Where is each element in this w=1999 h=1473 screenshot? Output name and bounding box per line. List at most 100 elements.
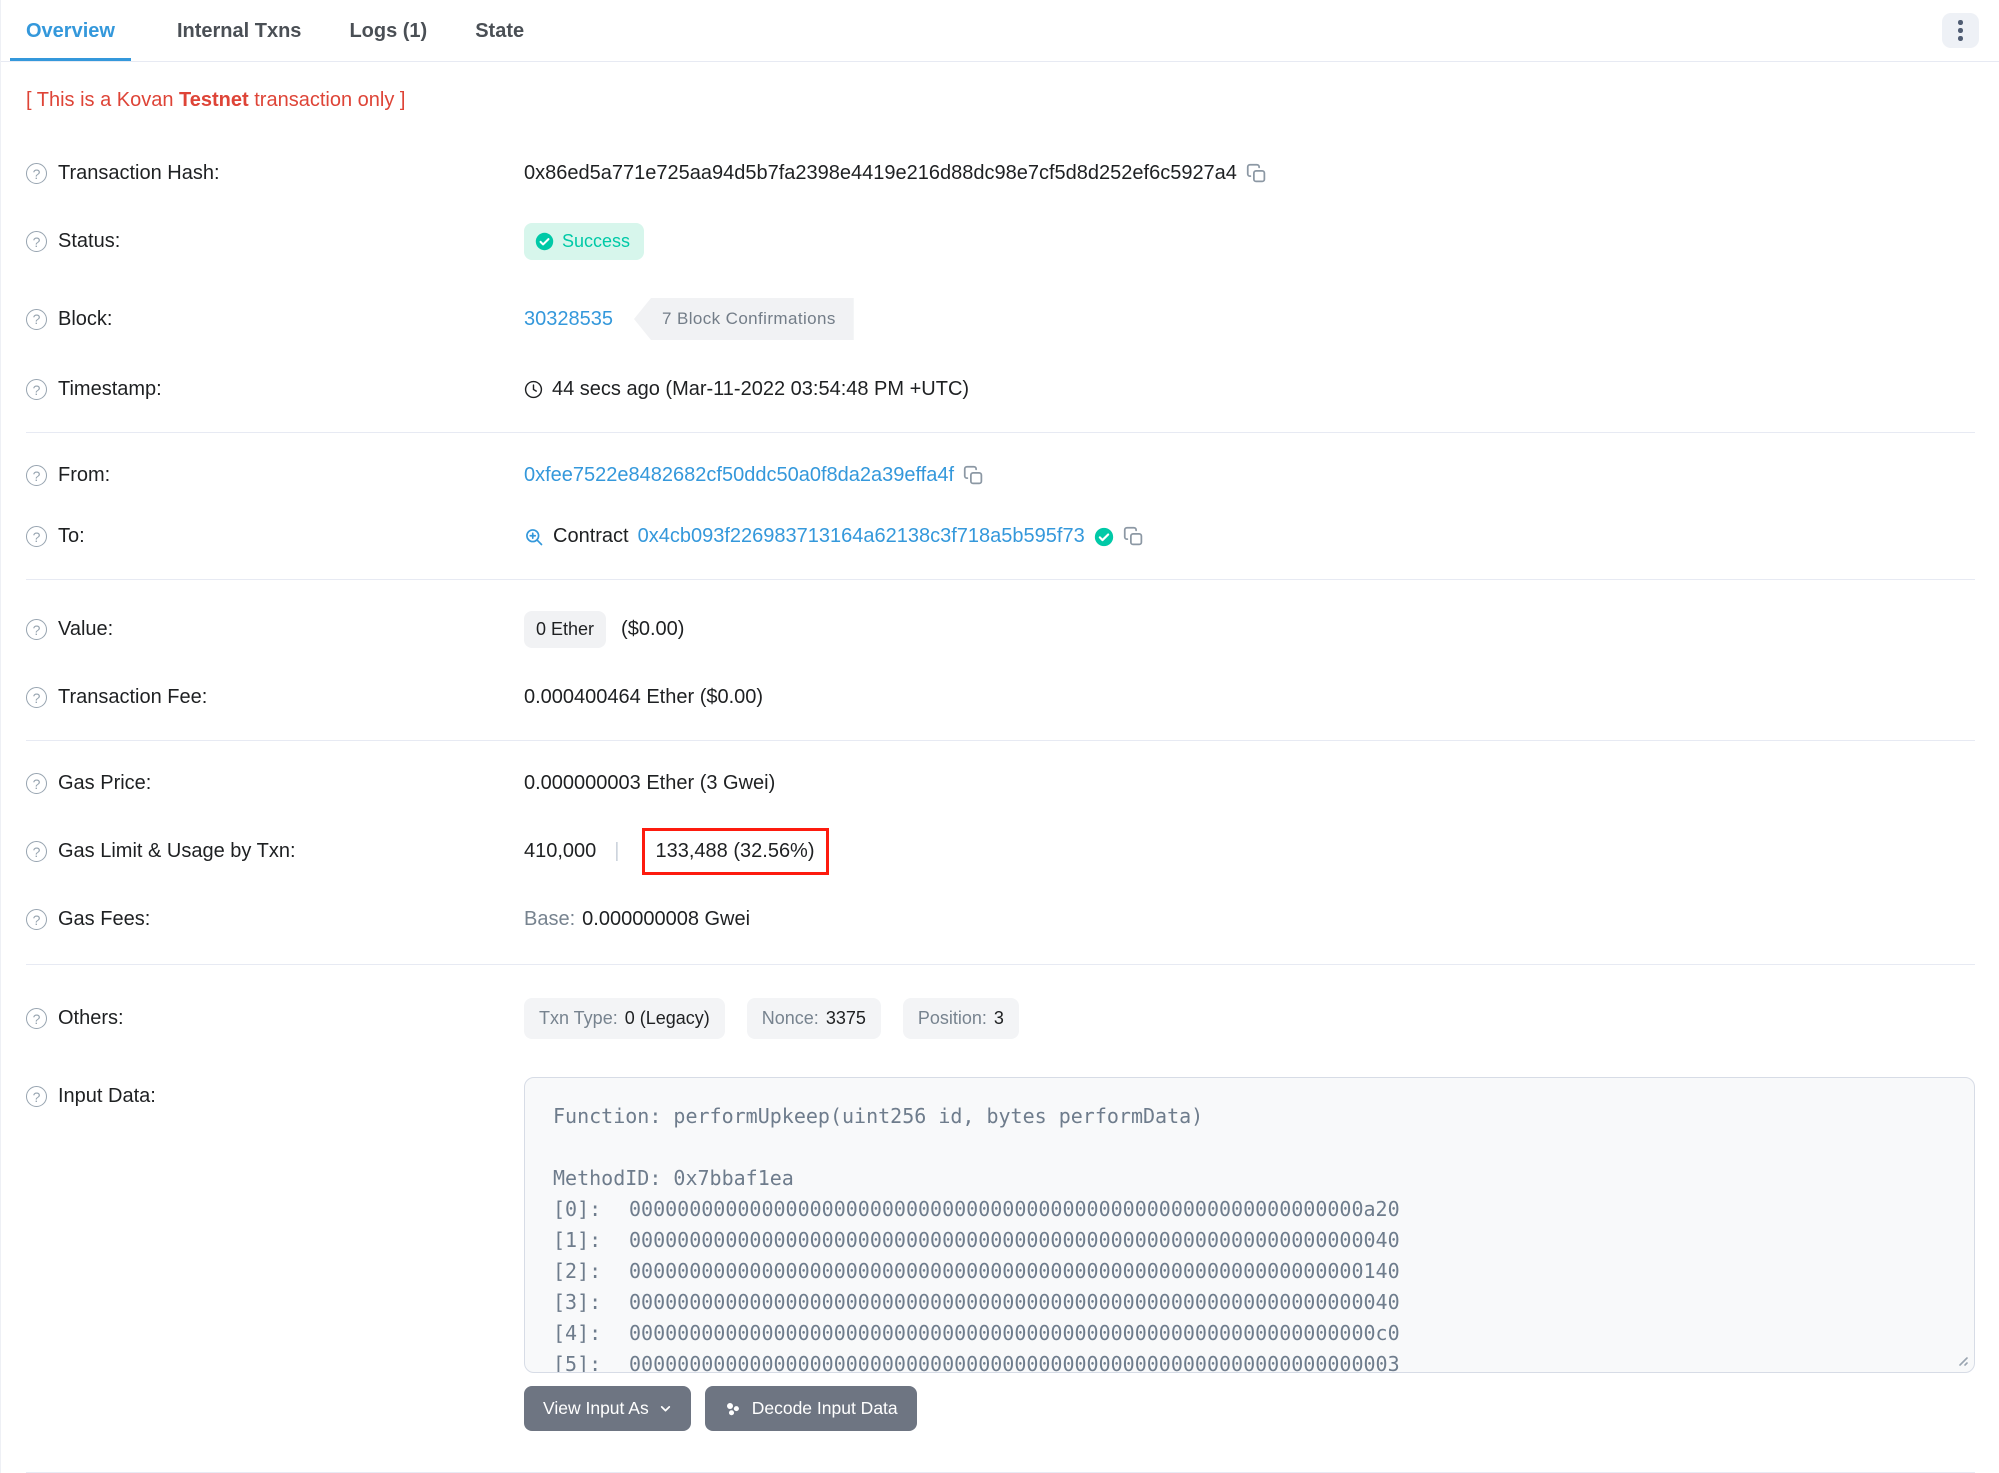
help-icon[interactable]: ? (26, 619, 47, 640)
txn-type-value: 0 (Legacy) (624, 1008, 710, 1028)
param-value: 0000000000000000000000000000000000000000… (629, 1290, 1400, 1314)
param-index: [2]: (553, 1259, 602, 1283)
gas-usage-value: 133,488 (32.56%) (655, 840, 815, 862)
copy-icon[interactable] (1246, 163, 1267, 184)
timestamp-value: 44 secs ago (Mar-11-2022 03:54:48 PM +UT… (552, 378, 970, 400)
decode-input-data-button[interactable]: Decode Input Data (704, 1386, 917, 1431)
decode-icon (724, 1400, 742, 1418)
to-contract-text: Contract (553, 525, 629, 547)
row-others: ? Others: Txn Type: 0 (Legacy) Nonce: 33… (26, 979, 1975, 1058)
position-badge: Position: 3 (902, 998, 1019, 1039)
input-param-line: [5]: 000000000000000000000000000000000000… (553, 1349, 1946, 1373)
input-param-line: [1]: 000000000000000000000000000000000000… (553, 1225, 1946, 1256)
row-from: ? From: 0xfee7522e8482682cf50ddc50a0f8da… (26, 445, 1975, 506)
input-param-line: [0]: 000000000000000000000000000000000000… (553, 1194, 1946, 1225)
row-input-data: ? Input Data: Function: performUpkeep(ui… (26, 1058, 1975, 1458)
status-text: Success (562, 231, 631, 251)
gas-price-label: Gas Price: (58, 772, 152, 794)
nonce-label: Nonce: (761, 1008, 819, 1028)
position-value: 3 (993, 1008, 1004, 1028)
tx-hash-value: 0x86ed5a771e725aa94d5b7fa2398e4419e216d8… (524, 162, 1237, 184)
block-confirmations-badge: 7 Block Confirmations (633, 298, 854, 340)
tab-overview[interactable]: Overview (10, 0, 131, 61)
magnifier-plus-icon[interactable] (524, 527, 544, 547)
help-icon[interactable]: ? (26, 1086, 47, 1107)
row-status: ? Status: Success (26, 204, 1975, 279)
input-data-actions: View Input As Decode Input Data (524, 1373, 1975, 1458)
help-icon[interactable]: ? (26, 379, 47, 400)
param-value: 0000000000000000000000000000000000000000… (629, 1321, 1400, 1345)
tab-state[interactable]: State (473, 0, 526, 61)
section-divider (26, 964, 1975, 965)
timestamp-label: Timestamp: (58, 378, 162, 400)
kebab-dot (1958, 36, 1963, 41)
section-divider (26, 432, 1975, 433)
help-icon[interactable]: ? (26, 841, 47, 862)
tab-internal-txns[interactable]: Internal Txns (175, 0, 303, 61)
to-address-link[interactable]: 0x4cb093f226983713164a62138c3f718a5b595f… (638, 525, 1085, 548)
input-function-line: Function: performUpkeep(uint256 id, byte… (553, 1104, 1204, 1128)
warning-prefix: [ This is a Kovan (26, 89, 180, 111)
help-icon[interactable]: ? (26, 909, 47, 930)
txn-type-badge: Txn Type: 0 (Legacy) (524, 998, 725, 1039)
transaction-details-card: Overview Internal Txns Logs (1) State [ … (0, 0, 1999, 1473)
help-icon[interactable]: ? (26, 1008, 47, 1029)
row-to: ? To: Contract 0x4cb093f226983713164a621… (26, 506, 1975, 567)
position-label: Position: (917, 1008, 987, 1028)
from-address-link[interactable]: 0xfee7522e8482682cf50ddc50a0f8da2a39effa… (524, 464, 954, 487)
kebab-dot (1958, 28, 1963, 33)
value-label: Value: (58, 618, 114, 640)
row-gas-limit-usage: ? Gas Limit & Usage by Txn: 410,000 | 13… (26, 814, 1975, 889)
ether-value-badge: 0 Ether (524, 611, 607, 648)
param-index: [0]: (553, 1197, 602, 1221)
nonce-badge: Nonce: 3375 (746, 998, 881, 1039)
row-transaction-hash: ? Transaction Hash: 0x86ed5a771e725aa94d… (26, 143, 1975, 204)
section-divider (26, 740, 1975, 741)
clock-icon (524, 380, 543, 399)
help-icon[interactable]: ? (26, 163, 47, 184)
help-icon[interactable]: ? (26, 773, 47, 794)
gas-usage-highlight: 133,488 (32.56%) (641, 828, 829, 875)
gas-price-value: 0.000000003 Ether (3 Gwei) (524, 772, 776, 794)
row-transaction-fee: ? Transaction Fee: 0.000400464 Ether ($0… (26, 667, 1975, 728)
help-icon[interactable]: ? (26, 687, 47, 708)
section-divider (26, 579, 1975, 580)
help-icon[interactable]: ? (26, 465, 47, 486)
check-circle-icon (535, 232, 554, 251)
param-value: 0000000000000000000000000000000000000000… (629, 1352, 1400, 1373)
warning-suffix: transaction only ] (248, 89, 406, 111)
help-icon[interactable]: ? (26, 308, 47, 330)
param-index: [4]: (553, 1321, 602, 1345)
tab-bar: Overview Internal Txns Logs (1) State (1, 0, 1999, 62)
resize-grip-icon[interactable] (1954, 1352, 1969, 1367)
tx-fee-value: 0.000400464 Ether ($0.00) (524, 686, 764, 708)
tx-hash-label: Transaction Hash: (58, 162, 220, 184)
gas-fees-label: Gas Fees: (58, 908, 151, 930)
row-timestamp: ? Timestamp: 44 secs ago (Mar-11-2022 03… (26, 359, 1975, 420)
kebab-dot (1958, 20, 1963, 25)
testnet-warning: [ This is a Kovan Testnet transaction on… (26, 62, 1975, 143)
input-param-line: [4]: 000000000000000000000000000000000000… (553, 1318, 1946, 1349)
input-data-label: Input Data: (58, 1085, 156, 1107)
view-input-as-label: View Input As (543, 1398, 649, 1418)
from-label: From: (58, 464, 111, 486)
param-value: 0000000000000000000000000000000000000000… (629, 1197, 1400, 1221)
nonce-value: 3375 (825, 1008, 866, 1028)
copy-icon[interactable] (963, 465, 984, 486)
help-icon[interactable]: ? (26, 526, 47, 547)
status-badge: Success (524, 223, 645, 260)
copy-icon[interactable] (1123, 526, 1144, 547)
input-data-textarea[interactable]: Function: performUpkeep(uint256 id, byte… (524, 1077, 1975, 1373)
value-separator: | (614, 840, 620, 862)
decode-input-data-label: Decode Input Data (751, 1398, 898, 1418)
block-number-link[interactable]: 30328535 (524, 308, 613, 331)
more-options-button[interactable] (1942, 13, 1979, 48)
others-label: Others: (58, 1007, 124, 1029)
row-block: ? Block: 30328535 7 Block Confirmations (26, 279, 1975, 359)
row-gas-price: ? Gas Price: 0.000000003 Ether (3 Gwei) (26, 753, 1975, 814)
view-input-as-button[interactable]: View Input As (524, 1386, 691, 1431)
tab-logs[interactable]: Logs (1) (347, 0, 429, 61)
help-icon[interactable]: ? (26, 231, 47, 252)
param-value: 0000000000000000000000000000000000000000… (629, 1228, 1400, 1252)
input-param-line: [2]: 000000000000000000000000000000000000… (553, 1256, 1946, 1287)
